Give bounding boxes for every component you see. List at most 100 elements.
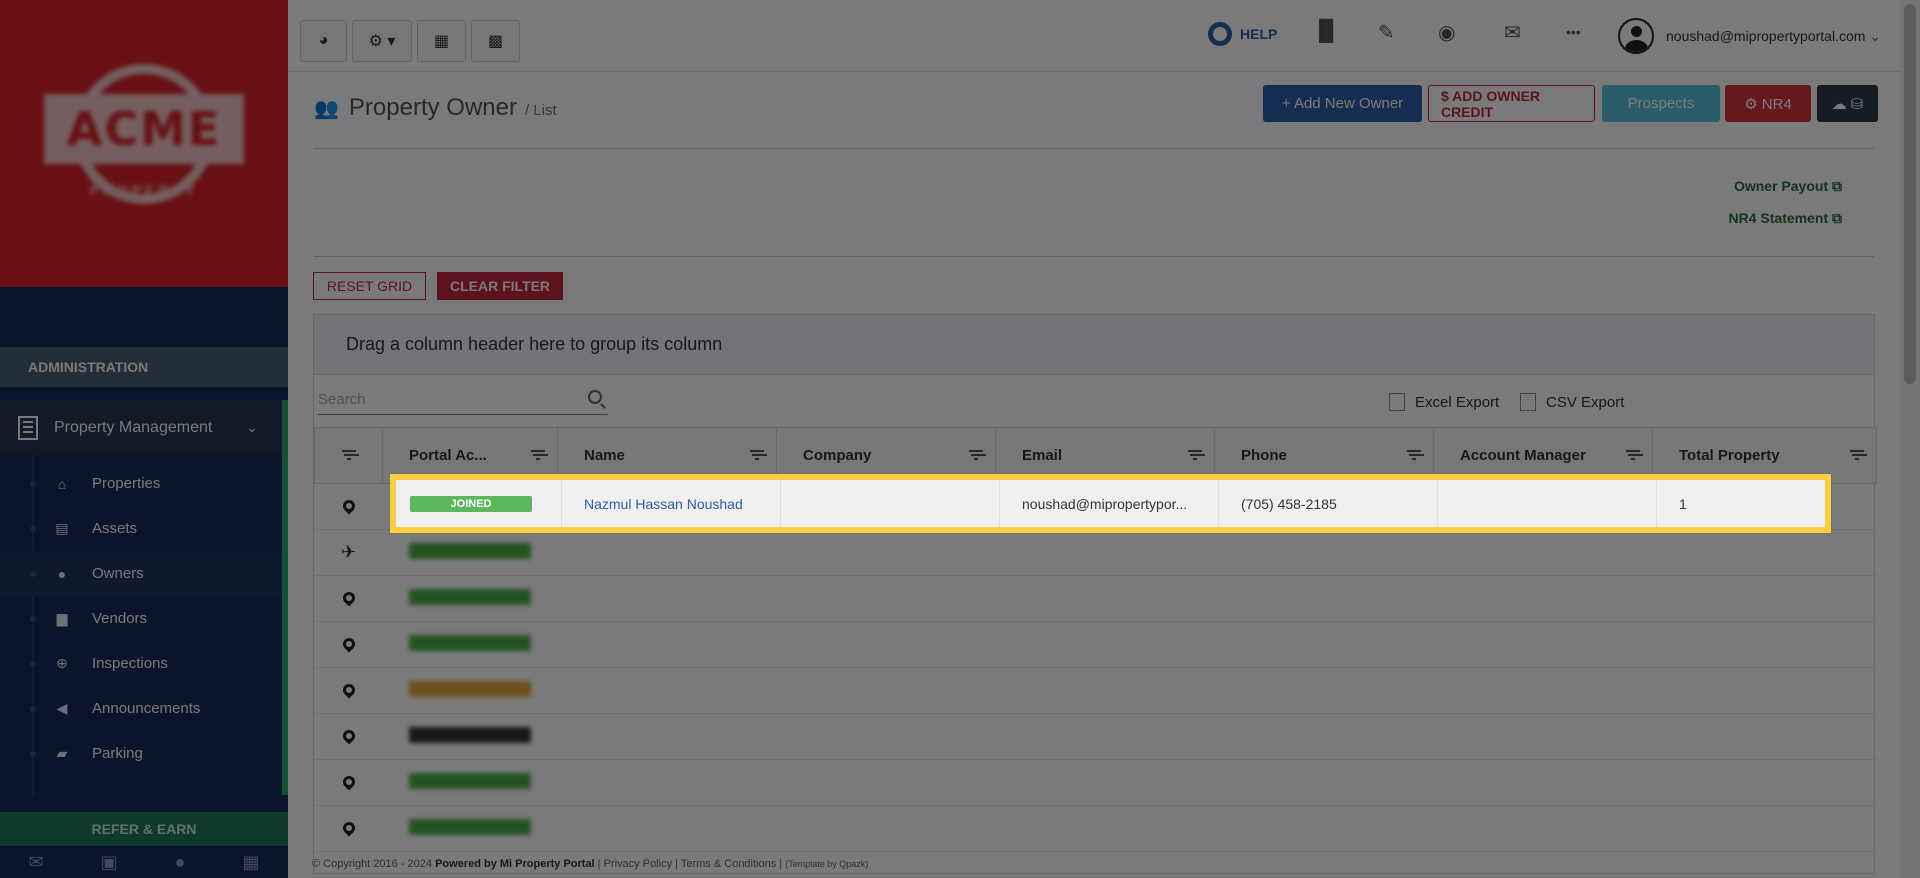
table-row[interactable] xyxy=(314,621,1877,668)
footer: © Copyright 2016 - 2024 Powered by Mi Pr… xyxy=(312,858,869,870)
calendar-icon: ▦ xyxy=(433,33,450,50)
user-email: noushad@mipropertyportal.com xyxy=(1666,28,1866,44)
csv-export-button[interactable]: CSV Export xyxy=(1520,393,1624,411)
sidebar-item-label: Owners xyxy=(92,565,144,582)
search-plus-icon: ⊕ xyxy=(56,655,68,671)
avatar xyxy=(1618,18,1654,54)
briefcase-icon[interactable]: ▣ xyxy=(101,852,118,873)
status-badge xyxy=(408,819,531,835)
map-pin-icon[interactable] xyxy=(314,483,383,530)
page-title-text: Property Owner xyxy=(348,94,517,121)
plane-icon[interactable]: ✈ xyxy=(314,529,383,576)
filter-icon[interactable] xyxy=(969,450,983,460)
table-row[interactable]: ✈ xyxy=(314,529,1877,576)
group-panel[interactable]: Drag a column header here to group its c… xyxy=(314,315,1874,375)
sidebar-item-label: Parking xyxy=(92,745,143,762)
property-management-label: Property Management xyxy=(54,418,213,436)
map-pin-icon[interactable] xyxy=(314,759,383,806)
map-pin-icon[interactable] xyxy=(314,805,383,852)
more-icon[interactable]: ••• xyxy=(1566,24,1581,40)
clear-filter-button[interactable]: CLEAR FILTER xyxy=(437,272,563,300)
sidebar-item-properties[interactable]: ⌂ Properties xyxy=(0,461,282,506)
status-badge: JOINED xyxy=(410,495,532,512)
sidebar-item-parking[interactable]: ▰ Parking xyxy=(0,731,282,776)
table-row[interactable] xyxy=(314,759,1877,806)
terms-link[interactable]: Terms & Conditions xyxy=(681,858,776,870)
map-pin-icon[interactable] xyxy=(314,713,383,760)
wrench-icon[interactable]: ✎ xyxy=(1378,20,1395,45)
briefcase-icon: ▆ xyxy=(56,610,68,626)
logo-text: ACME xyxy=(66,101,222,156)
prospects-button[interactable]: Prospects xyxy=(1602,85,1720,122)
owner-total-property: 1 xyxy=(1679,495,1687,512)
map-pin-icon[interactable] xyxy=(314,575,383,622)
sidebar-item-inspections[interactable]: ⊕ Inspections xyxy=(0,641,282,686)
users-icon: 👥 xyxy=(314,98,339,120)
sidebar-item-assets[interactable]: ▤ Assets xyxy=(0,506,282,551)
dashboard-icon: ◕ xyxy=(318,32,329,49)
user-icon: ● xyxy=(57,565,67,582)
calculator-icon[interactable]: ▦ xyxy=(242,852,259,873)
sidebar-bottom-icons: ✉ ▣ ● ▦ xyxy=(0,846,288,878)
filter-icon[interactable] xyxy=(1626,450,1640,460)
add-owner-credit-button[interactable]: $ ADD OWNER CREDIT xyxy=(1428,85,1595,122)
property-management-group[interactable]: Property Management ⌄ xyxy=(0,400,288,455)
filter-icon[interactable] xyxy=(750,450,764,460)
nr4-statement-link[interactable]: NR4 Statement ⧉ xyxy=(1729,210,1842,227)
page-scrollbar[interactable] xyxy=(1900,0,1920,878)
gear-dropdown-icon: ⚙ ▾ xyxy=(368,33,396,50)
status-badge xyxy=(408,635,531,651)
reset-grid-button[interactable]: RESET GRID xyxy=(313,272,426,300)
eye-icon[interactable]: ◉ xyxy=(1438,20,1455,45)
sidebar-item-owners[interactable]: ● Owners xyxy=(0,551,282,596)
user-icon[interactable]: ● xyxy=(175,852,186,873)
page-title: 👥 Property Owner / List xyxy=(314,94,557,122)
table-row[interactable] xyxy=(314,805,1877,852)
search-icon xyxy=(588,390,602,404)
sidebar-item-announcements[interactable]: ◀ Announcements xyxy=(0,686,282,731)
cloud-database-button[interactable]: ☁ ⛁ xyxy=(1817,85,1878,122)
table-row[interactable] xyxy=(314,713,1877,760)
mail-icon[interactable]: ✉ xyxy=(29,852,44,873)
sidebar-item-label: Assets xyxy=(92,520,138,537)
highlighted-owner-row[interactable]: JOINED Nazmul Hassan Noushad noushad@mip… xyxy=(390,474,1831,533)
mail-icon[interactable]: ✉ xyxy=(1504,20,1521,45)
table-row[interactable] xyxy=(314,575,1877,622)
owner-email: noushad@mipropertypor... xyxy=(1022,495,1188,512)
owners-grid: Drag a column header here to group its c… xyxy=(313,314,1877,874)
sidebar-item-label: Properties xyxy=(92,475,161,492)
home-icon: ⌂ xyxy=(57,475,67,492)
filter-icon[interactable] xyxy=(1850,450,1864,460)
dashboard-button[interactable]: ◕ xyxy=(300,20,347,62)
page-subtitle: / List xyxy=(524,102,557,119)
user-menu[interactable]: noushad@mipropertyportal.com ⌄ xyxy=(1618,18,1881,54)
owner-name-link[interactable]: Nazmul Hassan Noushad xyxy=(584,496,743,512)
table-row[interactable] xyxy=(314,667,1877,714)
map-pin-icon[interactable] xyxy=(314,667,383,714)
logo-subtext: PROPERTY xyxy=(89,181,199,198)
row-filter-header[interactable] xyxy=(314,427,383,484)
filter-icon[interactable] xyxy=(1188,450,1202,460)
excel-export-button[interactable]: Excel Export xyxy=(1389,393,1499,411)
building-icon xyxy=(18,415,38,440)
add-new-owner-button[interactable]: + Add New Owner xyxy=(1263,85,1422,122)
search-input[interactable]: Search xyxy=(318,385,608,415)
map-pin-icon[interactable] xyxy=(314,621,383,668)
acme-logo[interactable]: ACME PROPERTY xyxy=(44,63,244,224)
filter-icon[interactable] xyxy=(531,450,545,460)
calculator-button[interactable]: ▩ xyxy=(471,20,520,62)
nr4-button[interactable]: ⚙ NR4 xyxy=(1725,85,1811,122)
filter-icon[interactable] xyxy=(1407,450,1421,460)
powered-by: Powered by Mi Property Portal xyxy=(435,858,595,870)
lifebuoy-icon xyxy=(1208,22,1232,46)
privacy-link[interactable]: Privacy Policy xyxy=(604,858,672,870)
owner-payout-link[interactable]: Owner Payout ⧉ xyxy=(1734,178,1842,195)
calendar-button[interactable]: ▦ xyxy=(417,20,466,62)
sidebar-item-vendors[interactable]: ▆ Vendors xyxy=(0,596,282,641)
chevron-down-icon: ⌄ xyxy=(246,419,258,435)
refer-earn-button[interactable]: REFER & EARN xyxy=(0,812,288,846)
status-badge xyxy=(408,589,531,605)
gear-dropdown-button[interactable]: ⚙ ▾ xyxy=(352,20,412,62)
chart-icon[interactable]: ▐▌ xyxy=(1312,20,1340,43)
help-link[interactable]: HELP xyxy=(1208,22,1277,46)
